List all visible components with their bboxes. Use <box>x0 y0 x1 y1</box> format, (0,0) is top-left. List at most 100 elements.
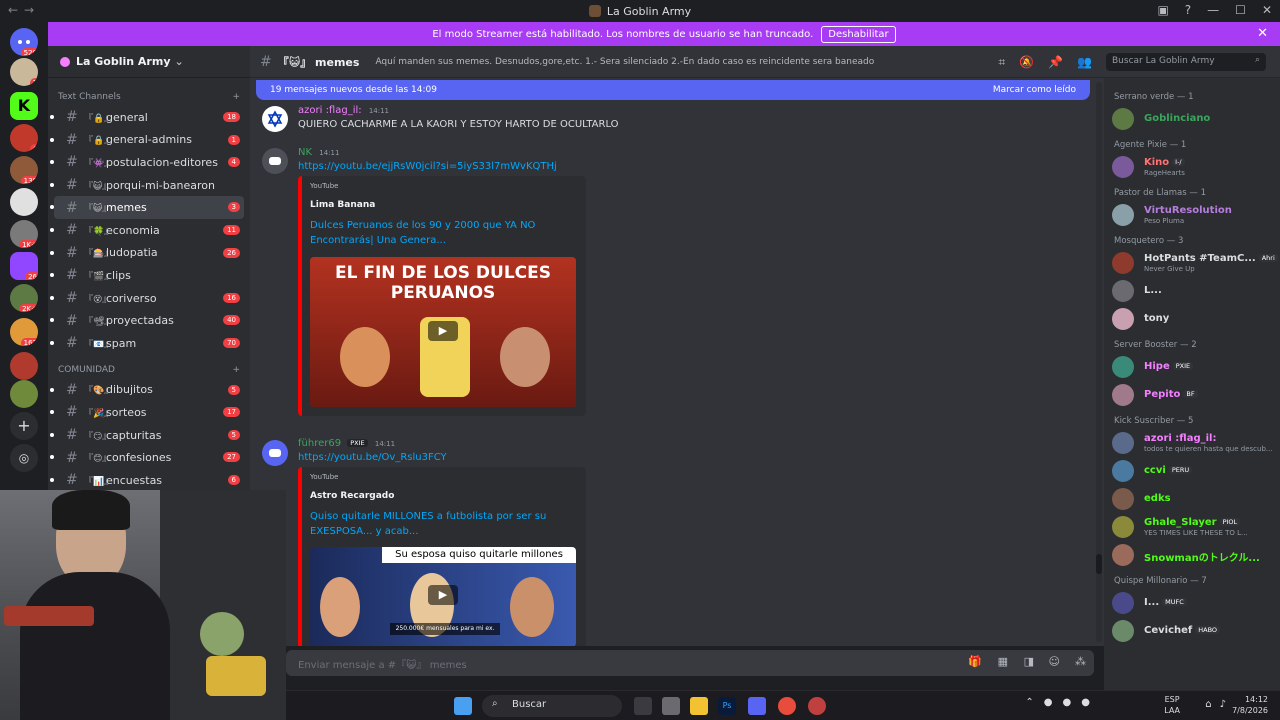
embed-title[interactable]: Quiso quitarle MILLONES a futbolista por… <box>310 509 550 539</box>
close-button[interactable]: ✕ <box>1262 3 1272 17</box>
channel-dibujitos[interactable]: # 『🎨』 dibujitos 5 <box>50 379 244 402</box>
network-icon[interactable]: ⌂ <box>1205 699 1211 710</box>
channel-coriverso[interactable]: # 『😵』 coriverso 16 <box>50 287 244 310</box>
server-icon[interactable] <box>10 188 38 216</box>
channel-sorteos[interactable]: # 『🎉』 sorteos 17 <box>50 401 244 424</box>
play-icon[interactable]: ▶ <box>428 321 458 341</box>
chat-scrollbar[interactable] <box>1096 82 1102 642</box>
chrome-icon[interactable] <box>778 697 796 715</box>
member-item[interactable]: VirtuResolution Peso Pluma <box>1112 202 1274 228</box>
message-input[interactable]: Enviar mensaje a #『😺』 memes 🎁 ▦ ◨ ☺ ⁂ <box>286 650 1094 676</box>
tray-icon[interactable]: ● <box>1044 697 1053 708</box>
avatar[interactable] <box>262 440 288 466</box>
channel-topic[interactable]: Aquí manden sus memes. Desnudos,gore,etc… <box>375 57 874 67</box>
gift-icon[interactable]: 🎁 <box>968 655 982 668</box>
avatar[interactable] <box>262 106 288 132</box>
server-icon[interactable]: 4 <box>10 124 38 152</box>
member-item[interactable]: Goblinciano <box>1112 106 1274 132</box>
add-channel-icon[interactable]: + <box>232 365 240 375</box>
mute-icon[interactable]: 🔕 <box>1019 55 1034 70</box>
back-forward-icons[interactable]: ←→ <box>8 3 40 17</box>
clock[interactable]: 14:12 7/8/2026 <box>1232 694 1268 716</box>
message-author[interactable]: führer69 PXIE 14:11 <box>298 438 395 449</box>
app-icon[interactable] <box>808 697 826 715</box>
tray-icon[interactable]: ● <box>1063 697 1072 708</box>
server-icon[interactable]: 2K+ <box>10 284 38 312</box>
server-icon[interactable]: 138 <box>10 156 38 184</box>
member-item[interactable]: Snowmanのトレクル... <box>1112 542 1274 568</box>
member-item[interactable]: edks <box>1112 486 1274 512</box>
username[interactable]: führer69 <box>298 438 341 449</box>
twitch-server-icon[interactable]: 26 <box>10 252 38 280</box>
file-explorer-icon[interactable] <box>690 697 708 715</box>
channel-clips[interactable]: # 『🎬』 clips <box>50 264 244 287</box>
discord-taskbar-icon[interactable] <box>748 697 766 715</box>
taskbar-search[interactable]: ⌕ Buscar <box>482 695 622 717</box>
video-thumbnail[interactable]: Su esposa quiso quitarle millones 250.00… <box>310 547 576 646</box>
channel-capturitas[interactable]: # 『😏』 capturitas 5 <box>50 424 244 447</box>
server-icon[interactable]: 1 <box>10 58 38 86</box>
discover-icon[interactable]: ◎ <box>10 444 38 472</box>
channel-proyectadas[interactable]: # 『📽』 proyectadas 40 <box>50 309 244 332</box>
avatar[interactable] <box>262 148 288 174</box>
play-icon[interactable]: ▶ <box>428 585 458 605</box>
message-author[interactable]: azori :flag_il: 14:11 <box>298 105 389 116</box>
server-icon[interactable]: 162 <box>10 318 38 346</box>
video-thumbnail[interactable]: EL FIN DE LOS DULCES PERUANOS ▶ <box>310 257 576 407</box>
channel-postulacion-editores[interactable]: # 『👾』 postulacion-editores 4 <box>50 151 244 174</box>
member-item[interactable]: HotPants #TeamC... Ahri Never Give Up <box>1112 250 1278 276</box>
channel-confesiones[interactable]: # 『😊』 confesiones 27 <box>50 446 244 469</box>
search-input[interactable]: Buscar La Goblin Army ⌕ <box>1106 53 1266 71</box>
channel-general[interactable]: # 『🔒』 general 18 <box>50 106 244 129</box>
disable-streamer-button[interactable]: Deshabilitar <box>821 25 896 43</box>
mark-as-read-button[interactable]: Marcar como leído <box>993 85 1076 95</box>
member-item[interactable]: Cevichef HABO <box>1112 618 1274 644</box>
username[interactable]: NK <box>298 147 312 158</box>
member-item[interactable]: ccvi PERU <box>1112 458 1274 484</box>
kick-server-icon[interactable]: K <box>10 92 38 120</box>
member-item[interactable]: Ghale_Slayer PIOL YES TIMES LIKE THESE TO … <box>1112 514 1274 540</box>
member-item[interactable]: Hipe PXIE <box>1112 354 1274 380</box>
add-server-icon[interactable]: + <box>10 412 38 440</box>
channel-porqui-mi-banearon[interactable]: # 『😺』 porqui-mi-banearon <box>50 174 244 197</box>
embed-title[interactable]: Dulces Peruanos de los 90 y 2000 que YA … <box>310 218 550 248</box>
tray-icon[interactable]: ● <box>1081 697 1090 708</box>
embed-author[interactable]: Astro Recargado <box>310 491 394 501</box>
maximize-button[interactable]: ☐ <box>1235 3 1246 17</box>
channel-memes[interactable]: # 『😺』 memes 3 <box>50 196 244 219</box>
app-icon[interactable] <box>662 697 680 715</box>
minimize-button[interactable]: — <box>1207 3 1219 17</box>
embed-author[interactable]: Lima Banana <box>310 200 375 210</box>
tray-chevron-icon[interactable]: ⌃ <box>1025 697 1033 708</box>
category-community[interactable]: COMUNIDAD + <box>48 361 250 379</box>
member-item[interactable]: Pepito BF <box>1112 382 1274 408</box>
volume-icon[interactable]: ♪ <box>1220 699 1226 710</box>
threads-icon[interactable]: ⌗ <box>998 55 1005 70</box>
windows-start-icon[interactable] <box>454 697 472 715</box>
help-icon[interactable]: ? <box>1185 3 1191 17</box>
youtube-link[interactable]: https://youtu.be/Ov_Rslu3FCY <box>298 452 447 463</box>
member-item[interactable]: tony <box>1112 306 1274 332</box>
emoji-icon[interactable]: ☺ <box>1049 655 1060 668</box>
inbox-icon[interactable]: ▣ <box>1157 3 1168 17</box>
task-view-icon[interactable] <box>634 697 652 715</box>
channel-encuestas[interactable]: # 『📊』 encuestas 6 <box>50 469 244 492</box>
direct-messages-icon[interactable]: 520 <box>10 28 38 56</box>
channel-spam[interactable]: # 『📧』 spam 70 <box>50 332 244 355</box>
channel-ludopatia[interactable]: # 『🎰』 ludopatia 26 <box>50 242 244 265</box>
member-item[interactable]: Kino I-/RageHearts <box>1112 154 1274 180</box>
username[interactable]: azori :flag_il: <box>298 105 362 116</box>
photoshop-icon[interactable]: Ps <box>718 697 736 715</box>
member-item[interactable]: I... MUFC <box>1112 590 1274 616</box>
channel-general-admins[interactable]: # 『🔒』 general-admins 1 <box>50 129 244 152</box>
members-icon[interactable]: 👥 <box>1077 55 1092 70</box>
youtube-link[interactable]: https://youtu.be/ejjRsW0jcil?si=5iyS33l7… <box>298 161 557 172</box>
message-author[interactable]: NK 14:11 <box>298 147 339 158</box>
gif-icon[interactable]: ▦ <box>998 655 1008 668</box>
server-icon[interactable]: 1K+ <box>10 220 38 248</box>
member-item[interactable]: azori :flag_il: todos te quieren hasta qu… <box>1112 430 1274 456</box>
close-icon[interactable]: ✕ <box>1257 26 1268 41</box>
apps-icon[interactable]: ⁂ <box>1075 655 1086 668</box>
category-text-channels[interactable]: Text Channels + <box>48 88 250 106</box>
pin-icon[interactable]: 📌 <box>1048 55 1063 70</box>
